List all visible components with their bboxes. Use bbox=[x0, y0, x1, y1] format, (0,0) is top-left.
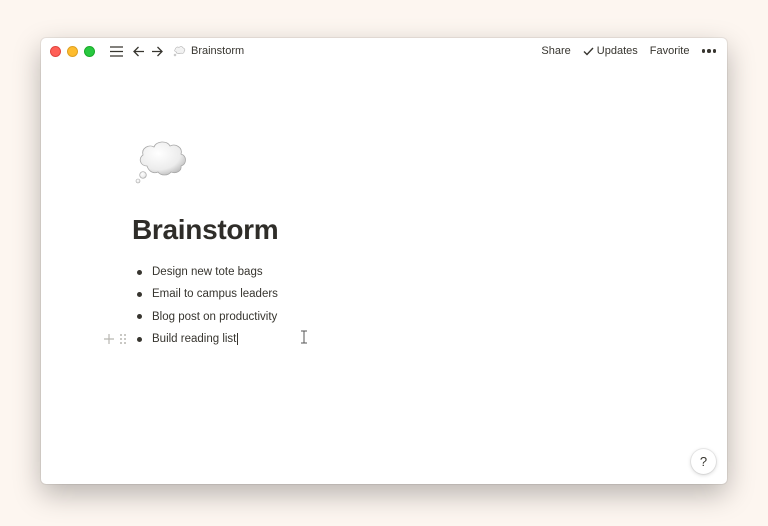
list-item-active[interactable]: Build reading list bbox=[104, 328, 278, 350]
list-item[interactable]: Blog post on productivity bbox=[137, 306, 278, 328]
bullet-icon bbox=[137, 336, 142, 342]
help-button[interactable]: ? bbox=[691, 449, 716, 474]
drag-handle-icon[interactable] bbox=[119, 333, 127, 345]
list-item[interactable]: Email to campus leaders bbox=[137, 283, 278, 305]
list-item[interactable]: Design new tote bags bbox=[137, 261, 278, 283]
thought-balloon-icon bbox=[173, 45, 186, 56]
close-window-button[interactable] bbox=[50, 45, 61, 57]
favorite-button[interactable]: Favorite bbox=[650, 45, 690, 57]
maximize-window-button[interactable] bbox=[84, 45, 95, 57]
breadcrumb[interactable]: Brainstorm bbox=[173, 45, 244, 57]
page-actions: Share Updates Favorite bbox=[529, 38, 717, 64]
bullet-icon bbox=[137, 314, 142, 320]
list-item-text[interactable]: Build reading list bbox=[152, 333, 236, 345]
bullet-icon bbox=[137, 269, 142, 275]
updates-button[interactable]: Updates bbox=[583, 45, 638, 57]
sidebar-menu-icon[interactable] bbox=[108, 43, 124, 59]
bullet-icon bbox=[137, 291, 142, 297]
back-arrow-icon[interactable] bbox=[131, 43, 147, 59]
text-cursor-icon bbox=[301, 330, 307, 344]
block-handles bbox=[103, 328, 127, 350]
share-button[interactable]: Share bbox=[541, 45, 570, 57]
bullet-list: Design new tote bags Email to campus lea… bbox=[104, 261, 278, 350]
updates-label: Updates bbox=[596, 45, 638, 57]
titlebar: Brainstorm Share Updates Favorite bbox=[41, 38, 727, 64]
favorite-label: Favorite bbox=[649, 45, 690, 57]
list-item-text[interactable]: Blog post on productivity bbox=[152, 311, 277, 323]
list-item-text[interactable]: Email to campus leaders bbox=[152, 288, 278, 300]
page-title[interactable]: Brainstorm bbox=[132, 214, 279, 246]
window-controls bbox=[50, 45, 101, 57]
checkmark-icon bbox=[583, 47, 594, 56]
page-icon-thought-balloon[interactable] bbox=[133, 130, 189, 186]
text-caret bbox=[237, 333, 239, 346]
add-block-plus-icon[interactable] bbox=[103, 333, 115, 345]
more-options-icon[interactable] bbox=[701, 49, 718, 53]
app-window: Brainstorm Share Updates Favorite Brains… bbox=[41, 38, 727, 484]
breadcrumb-label: Brainstorm bbox=[191, 45, 245, 57]
forward-arrow-icon[interactable] bbox=[149, 43, 165, 59]
list-item-text[interactable]: Design new tote bags bbox=[152, 266, 263, 278]
help-label: ? bbox=[699, 454, 708, 469]
share-label: Share bbox=[541, 45, 571, 57]
minimize-window-button[interactable] bbox=[67, 45, 78, 57]
